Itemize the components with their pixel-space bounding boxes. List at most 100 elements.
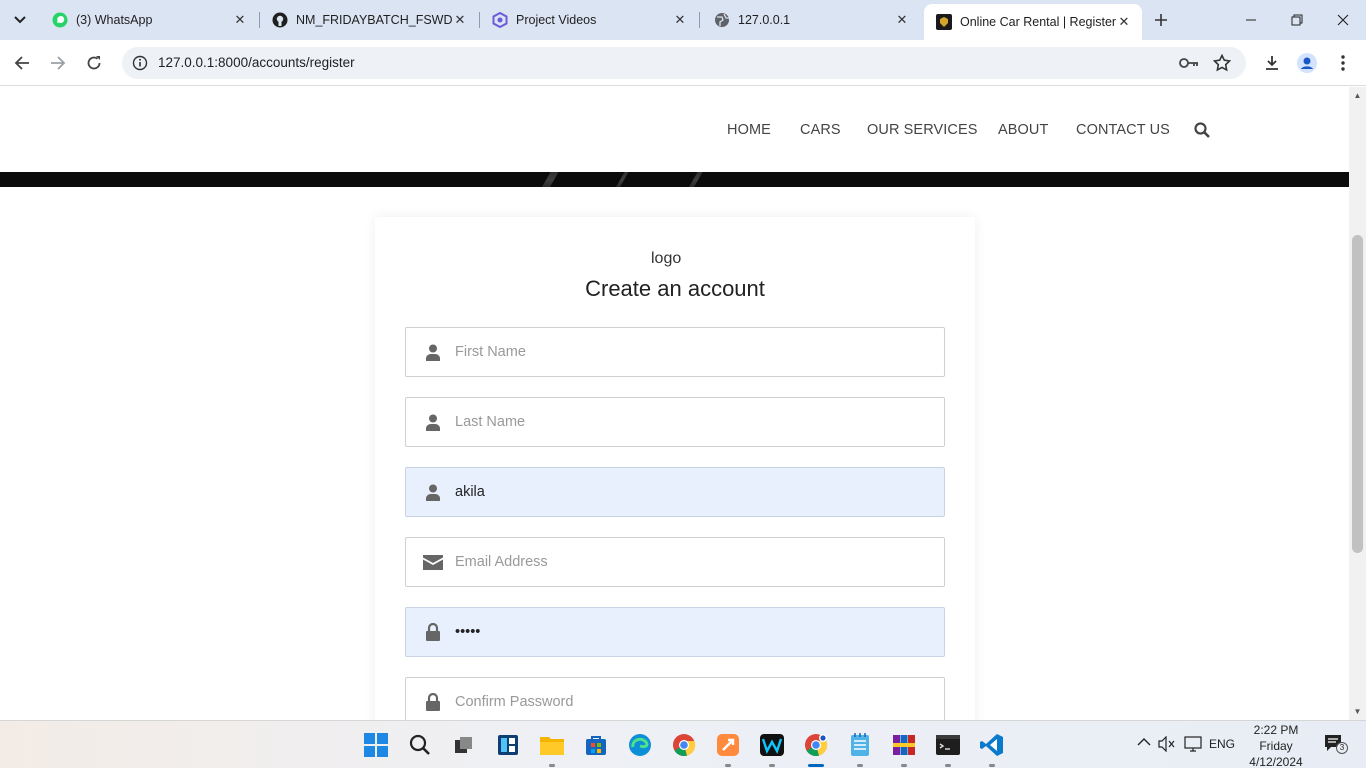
profile-button[interactable] [1293, 49, 1321, 77]
forward-button[interactable] [44, 49, 72, 77]
user-icon [422, 482, 444, 502]
url-text[interactable]: 127.0.0.1:8000/accounts/register [158, 55, 355, 70]
clock-time: 2:22 PM [1253, 723, 1299, 737]
running-indicator [769, 764, 775, 767]
volume-muted-icon[interactable] [1158, 735, 1176, 755]
running-indicator [549, 764, 555, 767]
taskbar-app-terminal[interactable] [932, 729, 964, 767]
store-icon [586, 736, 606, 755]
taskbar-app-vscode[interactable] [976, 729, 1008, 767]
window-close-button[interactable] [1320, 0, 1366, 40]
taskbar-search[interactable] [404, 729, 436, 761]
hero-streak [539, 172, 561, 187]
tab-github[interactable]: NM_FRIDAYBATCH_FSWD_PROJECT ✕ [260, 0, 478, 40]
hero-banner [0, 172, 1349, 187]
taskbar-app-notepad[interactable] [844, 729, 876, 767]
start-button[interactable] [360, 729, 392, 761]
menu-button[interactable] [1329, 49, 1357, 77]
vscode-icon [980, 734, 1003, 756]
email-input[interactable] [455, 538, 935, 586]
widgets-button[interactable] [492, 729, 524, 761]
logo-alt-text: logo [651, 250, 682, 267]
tab-search-button[interactable] [8, 8, 32, 32]
hero-streak [613, 172, 631, 187]
downloads-button[interactable] [1258, 49, 1286, 77]
plus-icon [1155, 14, 1167, 26]
system-clock[interactable]: 2:22 PM Friday 4/12/2024 [1246, 721, 1306, 768]
taskbar-app-chrome[interactable] [668, 729, 700, 761]
avatar-icon [1297, 53, 1317, 73]
envelope-icon [422, 552, 444, 572]
notification-count: 3 [1336, 742, 1348, 754]
scroll-down-icon[interactable]: ▼ [1353, 707, 1362, 716]
register-card: logo Create an account [375, 217, 975, 720]
taskbar-app-chrome-active[interactable] [800, 729, 832, 767]
nav-our-services[interactable]: OUR SERVICES [867, 122, 978, 138]
arrow-left-icon [14, 56, 29, 70]
close-icon[interactable]: ✕ [452, 12, 468, 28]
close-icon [1337, 14, 1349, 26]
tab-whatsapp[interactable]: (3) WhatsApp ✕ [40, 0, 258, 40]
page-scrollbar[interactable]: ▲ ▼ [1349, 87, 1366, 720]
notifications-button[interactable]: 3 [1324, 734, 1348, 757]
restore-button[interactable] [1274, 0, 1320, 40]
network-icon[interactable] [1184, 736, 1202, 755]
taskbar-app-store[interactable] [580, 729, 612, 761]
nav-contact-us[interactable]: CONTACT US [1076, 122, 1170, 138]
close-icon[interactable]: ✕ [232, 12, 248, 28]
scroll-up-icon[interactable]: ▲ [1353, 91, 1362, 100]
tab-strip: (3) WhatsApp ✕ NM_FRIDAYBATCH_FSWD_PROJE… [0, 0, 1366, 40]
chevron-up-icon[interactable] [1137, 736, 1151, 750]
password-input[interactable] [455, 608, 935, 656]
scrollbar-thumb[interactable] [1352, 235, 1363, 553]
clock-date: 4/12/2024 [1249, 755, 1303, 768]
terminal-icon [936, 735, 960, 755]
language-indicator[interactable]: ENG [1209, 737, 1235, 751]
key-icon[interactable] [1177, 51, 1201, 75]
edge-icon [629, 734, 651, 756]
close-icon[interactable]: ✕ [894, 12, 910, 28]
password-field [405, 607, 945, 657]
last-name-input[interactable] [455, 398, 935, 446]
project-icon [492, 12, 508, 28]
arrow-right-icon [51, 56, 66, 70]
taskbar-app-edge[interactable] [624, 729, 656, 761]
nav-cars[interactable]: CARS [800, 122, 841, 138]
task-view-icon [455, 737, 472, 753]
reload-icon [87, 56, 101, 70]
username-input[interactable] [455, 468, 935, 516]
github-icon [272, 12, 288, 28]
taskbar-app-winrar[interactable] [888, 729, 920, 767]
nav-home[interactable]: HOME [727, 122, 771, 138]
tab-localhost[interactable]: 127.0.0.1 ✕ [702, 0, 920, 40]
search-icon [409, 734, 430, 755]
more-vert-icon [1341, 55, 1345, 71]
star-icon[interactable] [1210, 51, 1234, 75]
nav-about[interactable]: ABOUT [998, 122, 1048, 138]
address-bar[interactable]: 127.0.0.1:8000/accounts/register [122, 47, 1246, 79]
username-field [405, 467, 945, 517]
task-view-button[interactable] [448, 729, 480, 761]
last-name-field [405, 397, 945, 447]
confirm-password-input[interactable] [455, 678, 935, 720]
running-indicator [901, 764, 907, 767]
minimize-icon [1246, 19, 1256, 21]
tab-title: NM_FRIDAYBATCH_FSWD_PROJECT [296, 13, 452, 27]
taskbar-app-postman[interactable] [712, 729, 744, 767]
info-icon[interactable] [130, 53, 150, 73]
running-indicator [808, 764, 824, 767]
back-button[interactable] [8, 49, 36, 77]
taskbar-app-explorer[interactable] [536, 729, 568, 767]
close-icon[interactable]: ✕ [672, 12, 688, 28]
tab-project-videos[interactable]: Project Videos ✕ [480, 0, 698, 40]
running-indicator [725, 764, 731, 767]
taskbar-app-webex[interactable] [756, 729, 788, 767]
search-icon[interactable] [1194, 122, 1211, 139]
minimize-button[interactable] [1228, 0, 1274, 40]
tab-register[interactable]: Online Car Rental | Register ✕ [924, 4, 1142, 40]
download-icon [1266, 56, 1278, 70]
reload-button[interactable] [80, 49, 108, 77]
close-icon[interactable]: ✕ [1116, 14, 1132, 30]
first-name-input[interactable] [455, 328, 935, 376]
new-tab-button[interactable] [1150, 9, 1172, 31]
